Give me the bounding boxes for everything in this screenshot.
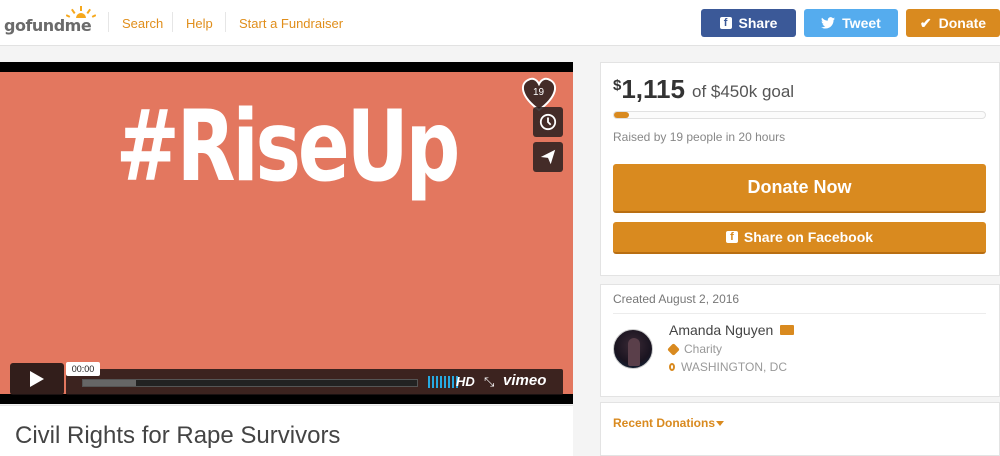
tag-icon — [667, 342, 680, 356]
gofundme-logo[interactable]: gofundme — [4, 6, 100, 40]
amount-raised: $1,115 — [613, 74, 685, 105]
top-bar: gofundme Search Help Start a Fundraiser … — [0, 0, 1000, 46]
logo-wordmark: gofundme — [4, 16, 92, 35]
recent-donations-toggle[interactable]: Recent Donations — [613, 416, 715, 430]
nav-divider — [225, 12, 226, 32]
video-timestamp: 00:00 — [66, 362, 100, 376]
vimeo-logo[interactable]: vimeo — [503, 372, 546, 389]
divider — [613, 313, 986, 314]
nav-divider — [172, 12, 173, 32]
tweet-button-label: Tweet — [842, 15, 881, 31]
share-button-label: Share — [738, 15, 778, 31]
like-count: 19 — [533, 87, 545, 98]
nav-start-fundraiser-link[interactable]: Start a Fundraiser — [239, 16, 343, 31]
donate-button-label: Donate — [938, 15, 987, 31]
category-row: Charity — [667, 342, 722, 356]
paper-plane-icon — [540, 149, 556, 165]
nav-divider — [108, 12, 109, 32]
chevron-down-icon[interactable] — [716, 421, 724, 426]
facebook-share-button[interactable]: f Share — [701, 9, 796, 37]
fullscreen-icon[interactable]: ⤡ — [484, 374, 494, 390]
location-label: WASHINGTON, DC — [681, 360, 788, 374]
tweet-button[interactable]: Tweet — [804, 9, 898, 37]
goal-text: of $450k goal — [692, 82, 795, 101]
donate-button[interactable]: ✔ Donate — [906, 9, 1000, 37]
email-icon[interactable] — [780, 325, 794, 335]
facebook-icon: f — [719, 17, 732, 29]
amount-value: 1,115 — [621, 74, 685, 104]
organizer-avatar[interactable] — [613, 329, 653, 369]
volume-control[interactable] — [428, 376, 458, 388]
map-pin-icon — [669, 363, 675, 371]
share-on-facebook-label: Share on Facebook — [743, 229, 874, 245]
raised-by-text: Raised by 19 people in 20 hours — [613, 130, 786, 144]
checkmark-icon: ✔ — [919, 14, 932, 31]
currency-symbol: $ — [613, 77, 622, 94]
video-buffered-fill — [83, 380, 137, 386]
watch-later-button[interactable] — [533, 107, 563, 137]
donate-now-button[interactable]: Donate Now — [613, 164, 986, 213]
location-row: WASHINGTON, DC — [669, 360, 787, 374]
nav-help-link[interactable]: Help — [186, 16, 213, 31]
video-overlay-text: #RiseUp — [115, 90, 461, 204]
campaign-title: Civil Rights for Rape Survivors — [15, 422, 341, 449]
category-label[interactable]: Charity — [684, 342, 722, 356]
hd-toggle[interactable]: HD — [456, 374, 475, 389]
goal-progress-fill — [614, 112, 629, 118]
nav-search-link[interactable]: Search — [122, 16, 163, 31]
goal-progress-bar — [613, 111, 986, 119]
twitter-bird-icon — [821, 17, 836, 29]
play-icon — [30, 371, 44, 387]
facebook-icon: f — [725, 231, 738, 243]
share-video-button[interactable] — [533, 142, 563, 172]
share-on-facebook-button[interactable]: f Share on Facebook — [613, 222, 986, 254]
clock-icon — [539, 113, 557, 131]
created-date: Created August 2, 2016 — [613, 292, 740, 306]
play-button[interactable] — [10, 363, 64, 395]
video-scrubber[interactable] — [82, 379, 418, 387]
organizer-name[interactable]: Amanda Nguyen — [669, 322, 773, 338]
